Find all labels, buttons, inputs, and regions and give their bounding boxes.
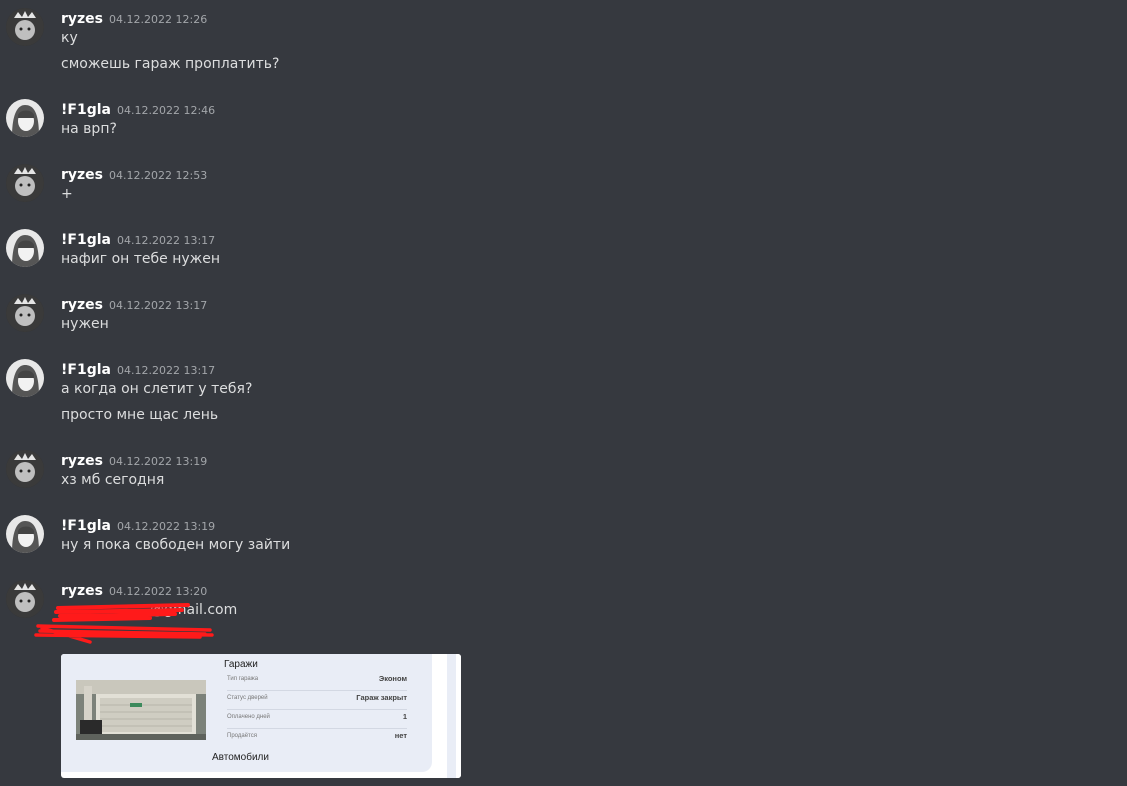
avatar-f1gla[interactable]: [6, 99, 44, 137]
row-key: Оплачено дней: [227, 714, 270, 720]
garage-image-icon: [76, 680, 206, 740]
username[interactable]: ryzes: [61, 11, 103, 27]
user-avatar-icon: [6, 359, 44, 397]
user-avatar-icon: [6, 8, 44, 46]
avatar-ryzes[interactable]: [6, 294, 44, 332]
row-value: 1: [402, 712, 407, 721]
row-value: Гараж закрыт: [356, 693, 407, 702]
message-text: ну я пока свободен могу зайти: [61, 537, 291, 553]
timestamp: 04.12.2022 12:53: [109, 169, 208, 182]
message-text: нужен: [61, 316, 109, 332]
timestamp: 04.12.2022 12:46: [116, 104, 216, 117]
username[interactable]: !F1gla: [61, 232, 111, 248]
user-avatar-icon: [6, 450, 44, 488]
timestamp: 04.12.2022 13:17: [116, 234, 216, 247]
user-avatar-icon: [6, 294, 44, 332]
scroll-strip: [432, 654, 461, 778]
row-value: Эконом: [378, 674, 407, 683]
avatar-ryzes[interactable]: [6, 450, 44, 488]
cars-section-title: Автомобили: [212, 752, 269, 763]
timestamp: 04.12.2022 13:20: [109, 585, 208, 598]
row-key: Продаётся: [227, 733, 257, 739]
username[interactable]: !F1gla: [61, 102, 111, 118]
image-attachment[interactable]: Гаражи Тип гаража Эконом Статус дверей Г…: [61, 654, 461, 778]
message-text: ку: [61, 30, 78, 46]
garage-title: Гаражи: [224, 659, 258, 670]
timestamp: 04.12.2022 12:26: [109, 13, 208, 26]
redaction-scribble: [34, 603, 214, 644]
username[interactable]: !F1gla: [61, 518, 111, 534]
garage-photo: [76, 680, 206, 740]
timestamp: 04.12.2022 13:19: [116, 520, 216, 533]
timestamp: 04.12.2022 13:17: [109, 299, 208, 312]
message-text: просто мне щас лень: [61, 407, 219, 423]
message-text: +: [61, 186, 73, 202]
garage-row: Оплачено дней 1: [227, 710, 407, 729]
avatar-f1gla[interactable]: [6, 515, 44, 553]
garage-row: Тип гаража Эконом: [227, 672, 407, 691]
user-avatar-icon: [6, 164, 44, 202]
avatar-ryzes[interactable]: [6, 8, 44, 46]
timestamp: 04.12.2022 13:17: [116, 364, 216, 377]
username[interactable]: ryzes: [61, 167, 103, 183]
message-text: на врп?: [61, 121, 117, 137]
message-text: хз мб сегодня: [61, 472, 165, 488]
avatar-f1gla[interactable]: [6, 229, 44, 267]
message-text: сможешь гараж проплатить?: [61, 56, 280, 72]
avatar-ryzes[interactable]: [6, 164, 44, 202]
username[interactable]: ryzes: [61, 297, 103, 313]
timestamp: 04.12.2022 13:19: [109, 455, 208, 468]
garage-row: Статус дверей Гараж закрыт: [227, 691, 407, 710]
avatar-f1gla[interactable]: [6, 359, 44, 397]
garage-panel: Гаражи Тип гаража Эконом Статус дверей Г…: [61, 654, 432, 772]
row-key: Тип гаража: [227, 676, 259, 682]
user-avatar-icon: [6, 229, 44, 267]
user-avatar-icon: [6, 99, 44, 137]
message-text: а когда он слетит у тебя?: [61, 381, 253, 397]
user-avatar-icon: [6, 515, 44, 553]
username[interactable]: ryzes: [61, 453, 103, 469]
username[interactable]: !F1gla: [61, 362, 111, 378]
row-key: Статус дверей: [227, 695, 268, 701]
row-value: нет: [394, 731, 407, 740]
username[interactable]: ryzes: [61, 583, 103, 599]
message-text: нафиг он тебе нужен: [61, 251, 221, 267]
garage-row: Продаётся нет: [227, 729, 407, 747]
